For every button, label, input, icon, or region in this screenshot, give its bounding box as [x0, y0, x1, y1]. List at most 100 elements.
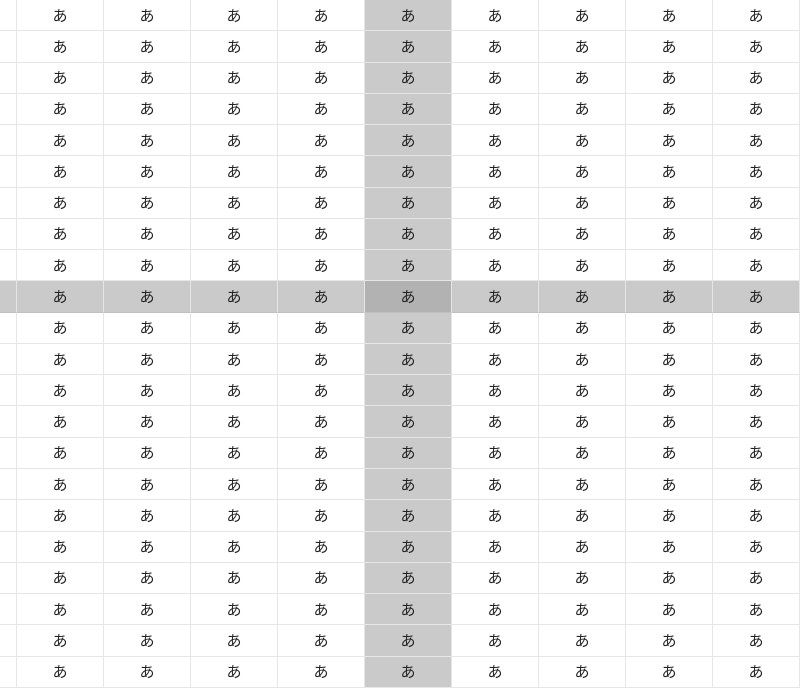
spreadsheet-cell[interactable]: あ [191, 563, 278, 594]
spreadsheet-cell[interactable]: あ [539, 125, 626, 156]
spreadsheet-cell[interactable]: あ [713, 532, 800, 563]
spreadsheet-cell[interactable]: あ [539, 625, 626, 656]
spreadsheet-cell[interactable]: あ [365, 281, 452, 312]
spreadsheet-cell[interactable]: あ [104, 219, 191, 250]
spreadsheet-cell[interactable] [0, 657, 17, 688]
spreadsheet-cell[interactable]: あ [365, 500, 452, 531]
spreadsheet-cell[interactable]: あ [17, 625, 104, 656]
spreadsheet-cell[interactable]: あ [452, 563, 539, 594]
spreadsheet-cell[interactable]: あ [452, 188, 539, 219]
spreadsheet-cell[interactable]: あ [626, 125, 713, 156]
spreadsheet-cell[interactable]: あ [104, 594, 191, 625]
spreadsheet-cell[interactable]: あ [17, 63, 104, 94]
spreadsheet-cell[interactable]: あ [539, 469, 626, 500]
spreadsheet-cell[interactable]: あ [626, 625, 713, 656]
spreadsheet-cell[interactable]: あ [191, 156, 278, 187]
spreadsheet-cell[interactable] [0, 563, 17, 594]
spreadsheet-cell[interactable]: あ [365, 31, 452, 62]
spreadsheet-cell[interactable]: あ [191, 406, 278, 437]
spreadsheet-cell[interactable]: あ [278, 31, 365, 62]
spreadsheet-cell[interactable]: あ [539, 31, 626, 62]
spreadsheet-cell[interactable]: あ [713, 0, 800, 31]
spreadsheet-cell[interactable] [0, 219, 17, 250]
spreadsheet-cell[interactable]: あ [713, 375, 800, 406]
spreadsheet-cell[interactable]: あ [626, 469, 713, 500]
spreadsheet-cell[interactable]: あ [452, 500, 539, 531]
spreadsheet-cell[interactable]: あ [626, 406, 713, 437]
spreadsheet-cell[interactable]: あ [365, 63, 452, 94]
spreadsheet-cell[interactable]: あ [104, 563, 191, 594]
spreadsheet-cell[interactable]: あ [452, 219, 539, 250]
spreadsheet-cell[interactable]: あ [452, 156, 539, 187]
spreadsheet-cell[interactable]: あ [278, 219, 365, 250]
spreadsheet-cell[interactable]: あ [365, 532, 452, 563]
spreadsheet-cell[interactable]: あ [539, 63, 626, 94]
spreadsheet-cell[interactable]: あ [104, 31, 191, 62]
spreadsheet-cell[interactable]: あ [539, 594, 626, 625]
spreadsheet-cell[interactable] [0, 500, 17, 531]
spreadsheet-cell[interactable]: あ [539, 532, 626, 563]
spreadsheet-cell[interactable]: あ [365, 188, 452, 219]
spreadsheet-cell[interactable]: あ [17, 94, 104, 125]
spreadsheet-cell[interactable]: あ [539, 657, 626, 688]
spreadsheet-cell[interactable] [0, 31, 17, 62]
spreadsheet-cell[interactable]: あ [104, 344, 191, 375]
spreadsheet-cell[interactable]: あ [713, 250, 800, 281]
spreadsheet-cell[interactable]: あ [539, 500, 626, 531]
spreadsheet-cell[interactable]: あ [365, 563, 452, 594]
spreadsheet-cell[interactable]: あ [278, 281, 365, 312]
spreadsheet-cell[interactable]: あ [452, 625, 539, 656]
spreadsheet-cell[interactable] [0, 594, 17, 625]
spreadsheet-cell[interactable]: あ [452, 94, 539, 125]
spreadsheet-cell[interactable]: あ [452, 31, 539, 62]
spreadsheet-cell[interactable]: あ [365, 125, 452, 156]
spreadsheet-cell[interactable] [0, 344, 17, 375]
spreadsheet-cell[interactable]: あ [278, 469, 365, 500]
spreadsheet-cell[interactable]: あ [539, 94, 626, 125]
spreadsheet-cell[interactable]: あ [191, 281, 278, 312]
spreadsheet-cell[interactable]: あ [278, 94, 365, 125]
spreadsheet-cell[interactable]: あ [191, 63, 278, 94]
spreadsheet-cell[interactable]: あ [365, 406, 452, 437]
spreadsheet-cell[interactable]: あ [191, 532, 278, 563]
spreadsheet-cell[interactable]: あ [713, 344, 800, 375]
spreadsheet-cell[interactable]: あ [191, 375, 278, 406]
spreadsheet-cell[interactable]: あ [713, 281, 800, 312]
spreadsheet-cell[interactable]: あ [191, 0, 278, 31]
spreadsheet-cell[interactable]: あ [278, 0, 365, 31]
spreadsheet-cell[interactable]: あ [17, 313, 104, 344]
spreadsheet-cell[interactable] [0, 438, 17, 469]
spreadsheet-cell[interactable]: あ [626, 219, 713, 250]
spreadsheet-cell[interactable]: あ [17, 188, 104, 219]
spreadsheet-cell[interactable]: あ [191, 657, 278, 688]
spreadsheet-cell[interactable] [0, 63, 17, 94]
spreadsheet-cell[interactable]: あ [365, 594, 452, 625]
spreadsheet-cell[interactable]: あ [452, 438, 539, 469]
spreadsheet-cell[interactable]: あ [713, 63, 800, 94]
spreadsheet-cell[interactable]: あ [278, 657, 365, 688]
spreadsheet-cell[interactable]: あ [278, 313, 365, 344]
spreadsheet-cell[interactable]: あ [191, 188, 278, 219]
spreadsheet-cell[interactable]: あ [191, 344, 278, 375]
spreadsheet-cell[interactable]: あ [278, 594, 365, 625]
spreadsheet-cell[interactable]: あ [452, 281, 539, 312]
spreadsheet-cell[interactable]: あ [17, 563, 104, 594]
spreadsheet-cell[interactable]: あ [104, 532, 191, 563]
spreadsheet-cell[interactable]: あ [626, 31, 713, 62]
spreadsheet-cell[interactable]: あ [365, 469, 452, 500]
spreadsheet-cell[interactable]: あ [713, 125, 800, 156]
spreadsheet-cell[interactable] [0, 281, 17, 312]
spreadsheet-cell[interactable]: あ [626, 313, 713, 344]
spreadsheet-cell[interactable]: あ [17, 500, 104, 531]
spreadsheet-cell[interactable]: あ [713, 406, 800, 437]
spreadsheet-cell[interactable]: あ [104, 281, 191, 312]
spreadsheet-cell[interactable]: あ [713, 625, 800, 656]
spreadsheet-cell[interactable]: あ [626, 563, 713, 594]
spreadsheet-cell[interactable]: あ [713, 94, 800, 125]
spreadsheet-cell[interactable]: あ [17, 344, 104, 375]
spreadsheet-cell[interactable]: あ [17, 31, 104, 62]
spreadsheet-cell[interactable]: あ [278, 625, 365, 656]
spreadsheet-cell[interactable]: あ [278, 156, 365, 187]
spreadsheet-cell[interactable]: あ [626, 63, 713, 94]
spreadsheet-cell[interactable]: あ [452, 313, 539, 344]
